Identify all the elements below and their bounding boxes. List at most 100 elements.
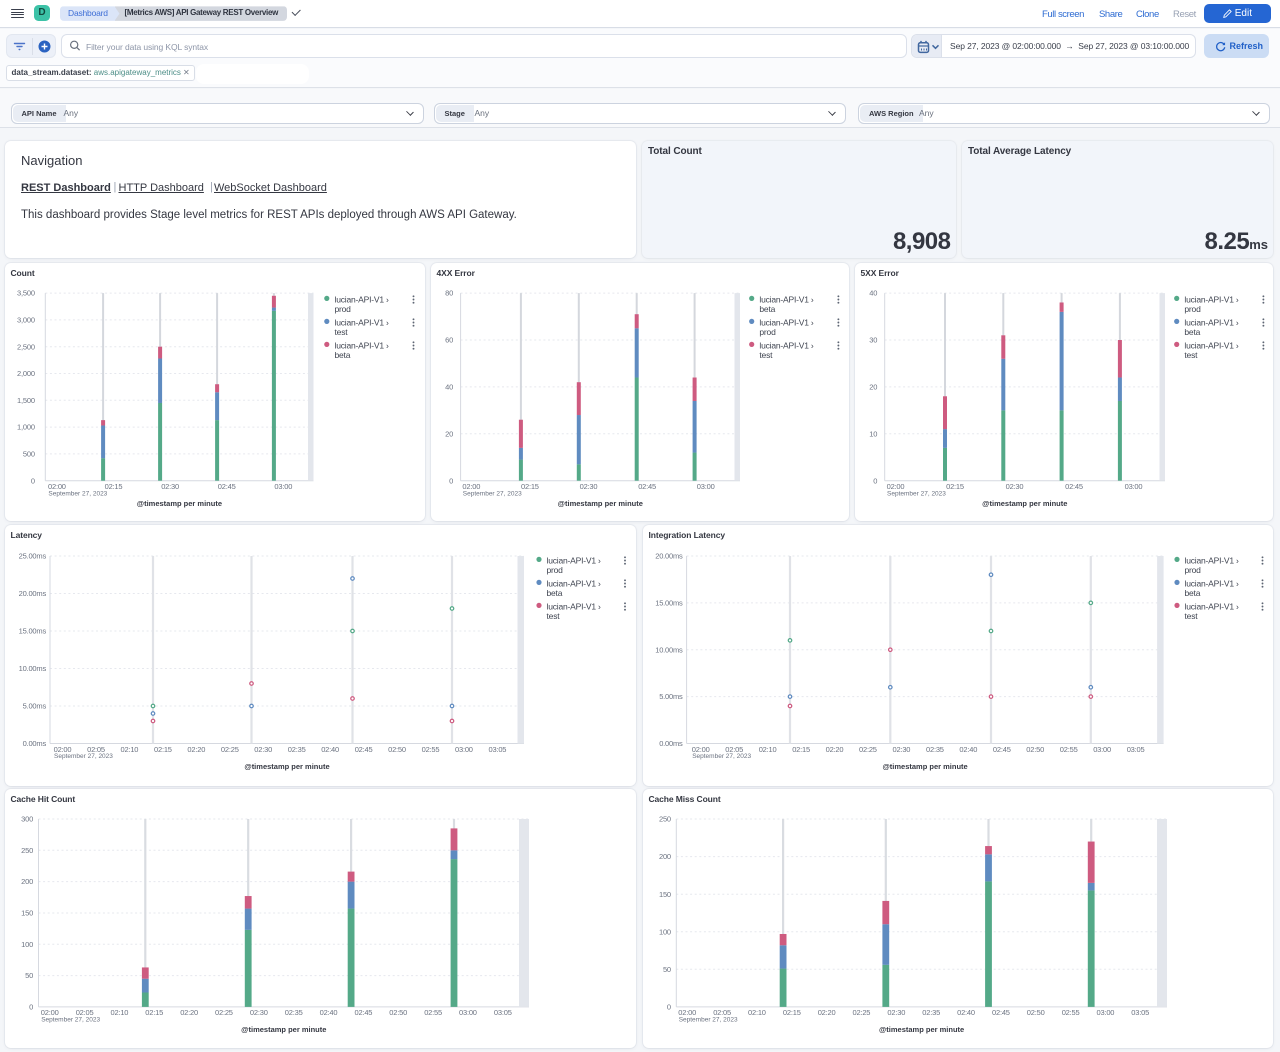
svg-text:beta: beta — [335, 350, 351, 360]
svg-text:02:15: 02:15 — [792, 745, 810, 754]
svg-text:02:45: 02:45 — [355, 745, 373, 754]
svg-text:0.00ms: 0.00ms — [659, 739, 683, 748]
svg-text:prod: prod — [1185, 565, 1202, 575]
svg-text:02:55: 02:55 — [422, 745, 440, 754]
svg-text:lucian-API-V1 ›: lucian-API-V1 › — [759, 318, 814, 328]
svg-text:02:45: 02:45 — [992, 1008, 1010, 1017]
svg-text:prod: prod — [1184, 304, 1201, 314]
svg-text:September 27, 2023: September 27, 2023 — [54, 753, 113, 760]
svg-text:02:25: 02:25 — [859, 745, 877, 754]
svg-text:200: 200 — [21, 877, 33, 886]
svg-text:03:00: 03:00 — [459, 1008, 477, 1017]
svg-text:September 27, 2023: September 27, 2023 — [48, 490, 107, 497]
svg-text:@timestamp per minute: @timestamp per minute — [879, 1025, 964, 1034]
svg-text:lucian-API-V1 ›: lucian-API-V1 › — [759, 295, 814, 305]
svg-text:02:15: 02:15 — [145, 1008, 163, 1017]
svg-text:lucian-API-V1 ›: lucian-API-V1 › — [547, 579, 602, 589]
svg-text:02:15: 02:15 — [521, 482, 539, 491]
svg-text:5.00ms: 5.00ms — [659, 692, 683, 701]
svg-text:20.00ms: 20.00ms — [19, 589, 47, 598]
svg-text:02:30: 02:30 — [893, 745, 911, 754]
svg-text:prod: prod — [759, 327, 776, 337]
svg-text:02:40: 02:40 — [320, 1008, 338, 1017]
svg-text:02:35: 02:35 — [288, 745, 306, 754]
svg-text:40: 40 — [445, 383, 453, 392]
svg-text:test: test — [759, 350, 773, 360]
svg-text:02:25: 02:25 — [215, 1008, 233, 1017]
svg-text:02:45: 02:45 — [638, 482, 656, 491]
svg-text:lucian-API-V1 ›: lucian-API-V1 › — [547, 556, 602, 566]
svg-text:100: 100 — [21, 940, 33, 949]
svg-text:30: 30 — [869, 336, 877, 345]
svg-text:02:30: 02:30 — [1006, 482, 1024, 491]
svg-text:1,000: 1,000 — [17, 423, 35, 432]
svg-text:test: test — [547, 611, 561, 621]
svg-text:02:40: 02:40 — [959, 745, 977, 754]
svg-text:02:45: 02:45 — [218, 482, 236, 491]
svg-text:0: 0 — [667, 1003, 671, 1012]
svg-text:02:40: 02:40 — [321, 745, 339, 754]
svg-text:02:55: 02:55 — [1062, 1008, 1080, 1017]
svg-text:beta: beta — [1185, 588, 1201, 598]
svg-text:02:30: 02:30 — [250, 1008, 268, 1017]
svg-text:0: 0 — [31, 476, 35, 485]
svg-text:10: 10 — [869, 429, 877, 438]
svg-text:03:00: 03:00 — [1093, 745, 1111, 754]
svg-text:02:35: 02:35 — [922, 1008, 940, 1017]
svg-text:100: 100 — [659, 927, 671, 936]
svg-text:3,000: 3,000 — [17, 316, 35, 325]
svg-text:0: 0 — [873, 476, 877, 485]
svg-text:20: 20 — [869, 383, 877, 392]
svg-text:lucian-API-V1 ›: lucian-API-V1 › — [547, 602, 602, 612]
svg-text:300: 300 — [21, 815, 33, 824]
svg-text:250: 250 — [21, 846, 33, 855]
svg-text:lucian-API-V1 ›: lucian-API-V1 › — [335, 318, 390, 328]
svg-text:3,500: 3,500 — [17, 289, 35, 298]
svg-text:2,500: 2,500 — [17, 342, 35, 351]
svg-text:02:10: 02:10 — [759, 745, 777, 754]
svg-text:15.00ms: 15.00ms — [19, 627, 47, 636]
svg-text:03:00: 03:00 — [1125, 482, 1143, 491]
svg-text:beta: beta — [547, 588, 563, 598]
svg-text:September 27, 2023: September 27, 2023 — [679, 1017, 738, 1024]
svg-text:@timestamp per minute: @timestamp per minute — [558, 499, 643, 508]
svg-text:20.00ms: 20.00ms — [655, 552, 683, 561]
svg-text:80: 80 — [445, 289, 453, 298]
svg-text:September 27, 2023: September 27, 2023 — [41, 1017, 100, 1024]
svg-text:lucian-API-V1 ›: lucian-API-V1 › — [1185, 579, 1240, 589]
svg-text:02:15: 02:15 — [783, 1008, 801, 1017]
svg-text:50: 50 — [663, 965, 671, 974]
svg-text:02:55: 02:55 — [424, 1008, 442, 1017]
svg-text:250: 250 — [659, 815, 671, 824]
svg-text:0.00ms: 0.00ms — [23, 739, 47, 748]
svg-text:03:00: 03:00 — [455, 745, 473, 754]
svg-text:lucian-API-V1 ›: lucian-API-V1 › — [1185, 556, 1240, 566]
svg-text:02:55: 02:55 — [1060, 745, 1078, 754]
svg-text:0: 0 — [29, 1003, 33, 1012]
svg-text:lucian-API-V1 ›: lucian-API-V1 › — [759, 341, 814, 351]
svg-text:02:15: 02:15 — [154, 745, 172, 754]
svg-text:02:25: 02:25 — [221, 745, 239, 754]
svg-text:2,000: 2,000 — [17, 369, 35, 378]
svg-text:02:45: 02:45 — [993, 745, 1011, 754]
svg-text:02:10: 02:10 — [111, 1008, 129, 1017]
svg-text:lucian-API-V1 ›: lucian-API-V1 › — [1184, 295, 1239, 305]
svg-text:150: 150 — [659, 890, 671, 899]
svg-text:@timestamp per minute: @timestamp per minute — [137, 499, 222, 508]
svg-text:September 27, 2023: September 27, 2023 — [463, 490, 522, 497]
svg-text:02:20: 02:20 — [187, 745, 205, 754]
svg-text:03:00: 03:00 — [274, 482, 292, 491]
svg-text:02:30: 02:30 — [254, 745, 272, 754]
svg-text:15.00ms: 15.00ms — [655, 599, 683, 608]
svg-text:September 27, 2023: September 27, 2023 — [887, 490, 946, 497]
svg-text:20: 20 — [445, 429, 453, 438]
svg-text:02:30: 02:30 — [161, 482, 179, 491]
svg-text:lucian-API-V1 ›: lucian-API-V1 › — [335, 341, 390, 351]
svg-text:0: 0 — [449, 476, 453, 485]
svg-text:02:50: 02:50 — [389, 1008, 407, 1017]
svg-text:03:05: 03:05 — [494, 1008, 512, 1017]
svg-text:02:50: 02:50 — [1026, 745, 1044, 754]
svg-text:lucian-API-V1 ›: lucian-API-V1 › — [1184, 318, 1239, 328]
svg-text:03:05: 03:05 — [1131, 1008, 1149, 1017]
svg-text:03:05: 03:05 — [489, 745, 507, 754]
